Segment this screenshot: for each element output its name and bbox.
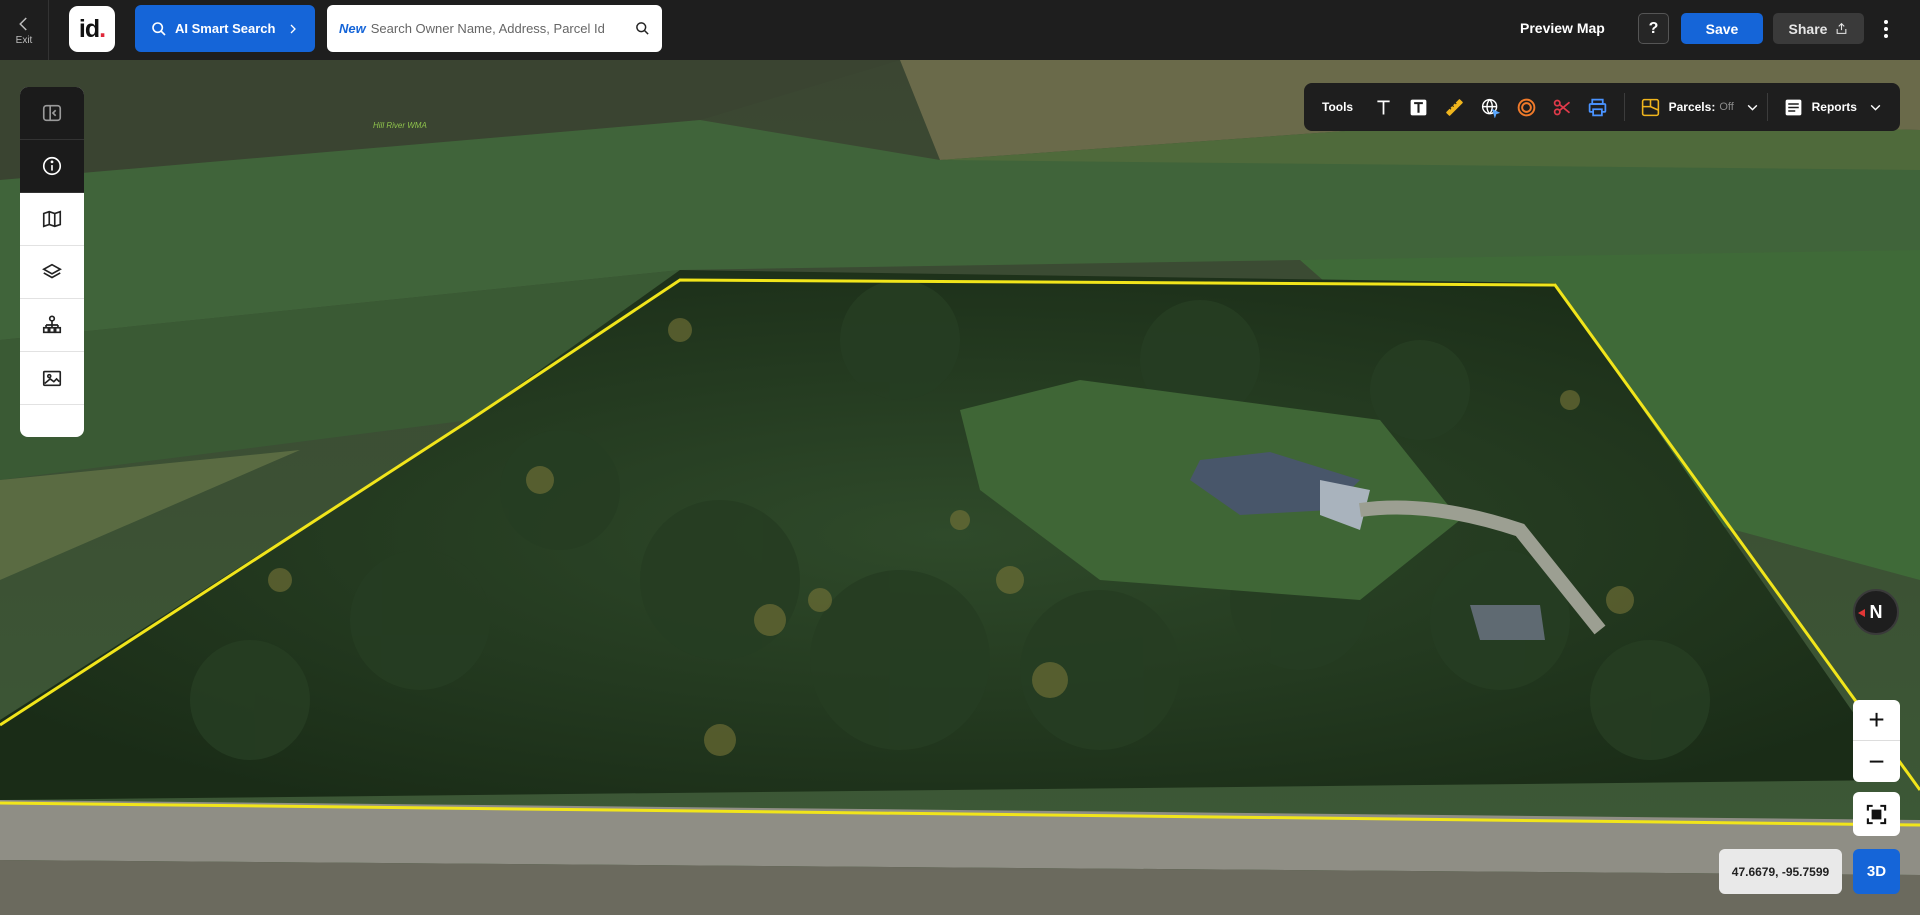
cut-tool-button[interactable] — [1544, 89, 1580, 125]
search-submit-icon[interactable] — [635, 21, 650, 36]
reports-dropdown[interactable]: Reports — [1812, 100, 1882, 114]
compass-letter: N — [1869, 601, 1883, 622]
layers-icon — [42, 263, 62, 279]
parcel-search-box[interactable]: New — [327, 5, 662, 52]
search-icon — [152, 21, 166, 36]
layers-button[interactable] — [20, 246, 84, 299]
hierarchy-button[interactable] — [20, 299, 84, 352]
sidebar-toggle-button[interactable] — [20, 87, 84, 140]
left-toolbar-dark — [20, 87, 84, 193]
compass-button[interactable]: N — [1853, 589, 1899, 635]
chevron-down-icon — [1870, 104, 1881, 111]
text-icon — [1376, 100, 1390, 114]
app-logo[interactable]: id. — [69, 6, 115, 52]
tools-bar: Tools Parcels: Off Reports — [1304, 83, 1900, 131]
reports-label: Reports — [1811, 100, 1857, 114]
info-icon — [42, 156, 62, 176]
more-options-icon[interactable] — [1878, 16, 1894, 42]
zoom-out-button[interactable]: − — [1853, 741, 1900, 782]
satellite-imagery — [0, 60, 1920, 915]
share-icon — [1837, 22, 1847, 34]
print-tool-button[interactable] — [1580, 89, 1616, 125]
parcels-state: Off — [1719, 101, 1734, 113]
sidebar-toggle-icon — [42, 104, 62, 122]
image-gallery-icon — [42, 370, 62, 387]
parcels-toggle-icon-button[interactable] — [1633, 89, 1669, 125]
parcels-dropdown[interactable]: Parcels: Off — [1669, 100, 1759, 114]
focus-frame-icon — [1866, 804, 1887, 824]
info-button[interactable] — [20, 140, 84, 193]
tools-divider — [1623, 93, 1625, 121]
logo-dot: . — [99, 14, 106, 43]
ai-smart-search-button[interactable]: AI Smart Search — [135, 5, 315, 52]
reports-icon — [1785, 99, 1802, 115]
globe-select-tool-button[interactable] — [1473, 89, 1509, 125]
fit-to-parcel-button[interactable] — [1853, 792, 1900, 836]
chevron-left-icon — [19, 16, 27, 31]
measure-ruler-icon — [1446, 98, 1463, 116]
wma-label: Hill River WMA — [373, 121, 427, 130]
map-viewport[interactable]: Hill River WMA mapbox — [0, 60, 1920, 915]
print-icon — [1589, 98, 1607, 116]
reports-icon-button[interactable] — [1776, 89, 1812, 125]
scissors-icon — [1553, 99, 1570, 115]
chevron-right-icon — [290, 24, 296, 33]
logo-text: id — [78, 14, 100, 43]
help-button[interactable]: ? — [1638, 13, 1669, 44]
share-label: Share — [1788, 20, 1828, 37]
exit-button[interactable]: Exit — [0, 0, 49, 60]
coordinates-readout[interactable]: 47.6679, -95.7599 — [1719, 849, 1842, 894]
basemap-button[interactable] — [20, 193, 84, 246]
left-toolbar — [20, 87, 84, 437]
zoom-control: + − — [1853, 700, 1900, 782]
imagery-button[interactable] — [20, 352, 84, 405]
top-bar: Exit id. AI Smart Search New Preview Map… — [0, 0, 1920, 60]
ai-smart-search-label: AI Smart Search — [175, 21, 276, 36]
compass-needle-icon — [1858, 609, 1865, 617]
measure-tool-button[interactable] — [1437, 89, 1473, 125]
chevron-down-icon — [1747, 104, 1758, 111]
text-tool-button[interactable] — [1365, 89, 1401, 125]
exit-label: Exit — [15, 34, 33, 46]
text-box-tool-button[interactable] — [1401, 89, 1437, 125]
zoom-in-button[interactable]: + — [1853, 700, 1900, 741]
tools-divider — [1766, 93, 1768, 121]
save-button[interactable]: Save — [1681, 13, 1763, 44]
radius-ring-icon — [1517, 98, 1536, 116]
parcel-outline-icon — [1642, 98, 1660, 116]
parcels-label: Parcels: — [1668, 100, 1716, 114]
globe-cursor-icon — [1481, 98, 1501, 118]
search-input[interactable] — [370, 21, 635, 36]
tools-label: Tools — [1322, 100, 1354, 114]
hierarchy-icon — [42, 315, 62, 334]
text-box-icon — [1410, 99, 1427, 115]
share-button[interactable]: Share — [1773, 13, 1864, 44]
new-badge: New — [339, 21, 366, 36]
preview-map-button[interactable]: Preview Map — [1520, 10, 1605, 47]
radius-tool-button[interactable] — [1508, 89, 1544, 125]
map-icon — [42, 210, 62, 228]
3d-toggle-button[interactable]: 3D — [1853, 849, 1900, 894]
